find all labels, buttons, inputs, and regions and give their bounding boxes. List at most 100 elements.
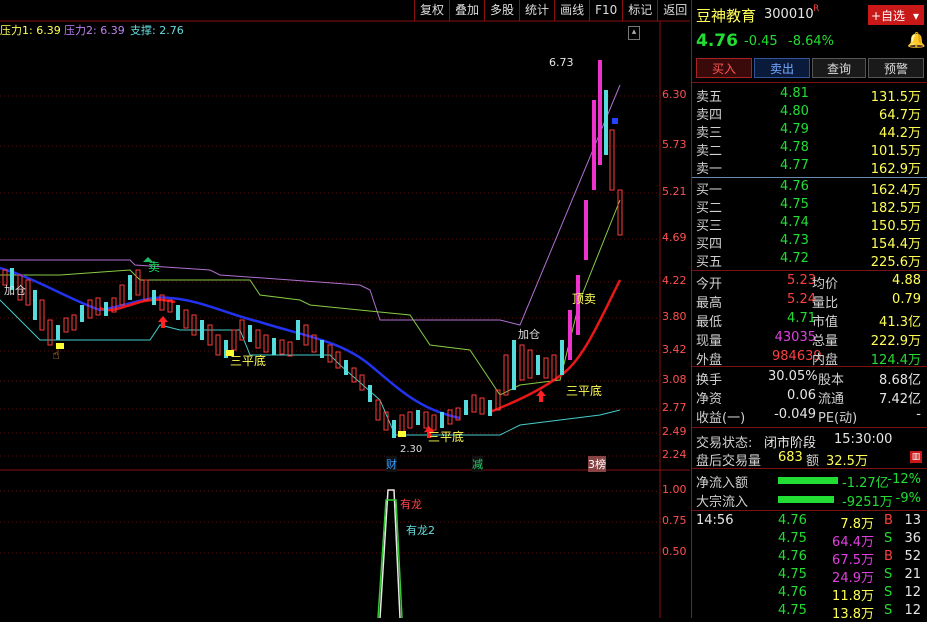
bid-price[interactable]: 4.72 (780, 251, 809, 266)
sell-button[interactable]: 卖出 (754, 58, 810, 78)
ask-price[interactable]: 4.77 (780, 158, 809, 173)
chart-toggle-icon[interactable]: ▥ (910, 451, 922, 463)
candle (351, 367, 357, 383)
ask-price[interactable]: 4.78 (780, 140, 809, 155)
tick-count: 52 (904, 549, 921, 564)
candle (609, 129, 615, 191)
bid-label: 买一 (696, 183, 723, 198)
price-change-pct: -8.64% (788, 34, 834, 49)
stat-value: 984639 (772, 349, 822, 364)
current-price: 4.76 (696, 31, 738, 51)
price-tick-label: 4.69 (662, 231, 687, 244)
price-gridlines (0, 95, 660, 554)
flat-bottom-label-2: 三平底 (428, 430, 465, 444)
tick-side: S (884, 567, 893, 582)
candle (503, 354, 509, 396)
bid-label: 买二 (696, 201, 723, 216)
trade-time: 15:30:00 (834, 432, 893, 447)
bell-icon[interactable]: 🔔 (907, 31, 926, 49)
trade-state-value: 闭市阶段 (764, 436, 817, 451)
candle (152, 290, 156, 305)
candle (519, 344, 525, 381)
candle (263, 334, 269, 353)
tick-count: 21 (904, 567, 921, 582)
candle (560, 340, 564, 375)
tag-jian[interactable]: 减 (472, 456, 483, 472)
ask-label: 卖四 (696, 108, 723, 123)
legend-pressure2: 压力2: 6.39 (64, 24, 125, 37)
candle (592, 100, 596, 190)
price-change: -0.45 (744, 34, 778, 49)
ask-label: 卖五 (696, 90, 723, 105)
candle (279, 339, 285, 355)
candle (25, 279, 31, 306)
stat-label-2: 总量 (812, 334, 839, 349)
candle (527, 349, 533, 379)
price-tick-label: 3.42 (662, 343, 687, 356)
stat-value: 0.06 (787, 388, 816, 403)
stat-label-2: PE(动) (818, 411, 858, 426)
candle (335, 351, 341, 369)
ask-price[interactable]: 4.79 (780, 122, 809, 137)
alert-button[interactable]: 预警 (868, 58, 924, 78)
draw-line-button[interactable]: 画线 (554, 0, 589, 21)
tick-volume: 64.4万 (832, 535, 874, 550)
blue-ma-line (0, 266, 461, 420)
query-button[interactable]: 查询 (812, 58, 866, 78)
stat-value-2: - (916, 407, 921, 422)
chevron-up-icon[interactable]: ▴ (628, 26, 640, 40)
bid-price[interactable]: 4.75 (780, 197, 809, 212)
tag-cai[interactable]: 财 (386, 456, 397, 472)
mid-band-line (0, 199, 621, 396)
candle (71, 314, 77, 331)
youlong2-label: 有龙2 (406, 524, 435, 537)
tick-count: 36 (904, 531, 921, 546)
stat-label: 今开 (696, 277, 723, 292)
stat-label: 收益(一) (696, 411, 746, 426)
ask-volume: 44.2万 (879, 126, 921, 141)
add-watchlist-button[interactable]: +自选 (868, 5, 908, 25)
candle (200, 320, 204, 340)
after-hours-amount: 32.5万 (826, 454, 868, 469)
f10-button[interactable]: F10 (589, 0, 622, 21)
ask-price[interactable]: 4.80 (780, 104, 809, 119)
candle (488, 400, 492, 416)
buy-button[interactable]: 买入 (696, 58, 752, 78)
low-price-label: 2.30 (400, 444, 423, 455)
tag-bang[interactable]: 3榜 (588, 456, 606, 472)
blue-square-marker (612, 118, 618, 124)
chevron-down-icon[interactable]: ▾ (908, 5, 924, 25)
stats-button[interactable]: 统计 (519, 0, 554, 21)
bid-price[interactable]: 4.74 (780, 215, 809, 230)
price-tick-label: 5.21 (662, 185, 687, 198)
candle (176, 305, 180, 320)
flow-bar (778, 477, 838, 484)
flat-bottom-label-1: 三平底 (230, 354, 267, 368)
bid-price[interactable]: 4.73 (780, 233, 809, 248)
back-button[interactable]: 返回 (657, 0, 692, 21)
tick-price: 4.75 (778, 531, 807, 546)
tick-volume: 7.8万 (840, 517, 874, 532)
price-tick-label: 4.22 (662, 274, 687, 287)
bid-volume: 225.6万 (870, 255, 921, 270)
tick-price: 4.76 (778, 549, 807, 564)
stat-label-2: 流通 (818, 392, 845, 407)
kline-chart[interactable] (0, 0, 690, 618)
bid-price[interactable]: 4.76 (780, 179, 809, 194)
tick-volume: 24.9万 (832, 571, 874, 586)
top-sell-label: 顶卖 (572, 292, 597, 306)
indicator-tick-label: 1.00 (662, 483, 687, 496)
ask-price[interactable]: 4.81 (780, 86, 809, 101)
tick-side: S (884, 531, 893, 546)
tick-volume: 13.8万 (832, 607, 874, 622)
flow-label: 净流入额 (696, 476, 749, 491)
after-hours-volume: 683 (778, 450, 803, 465)
multi-stock-button[interactable]: 多股 (484, 0, 519, 21)
fuquan-button[interactable]: 复权 (414, 0, 449, 21)
legend-pressure1: 压力1: 6.39 (0, 24, 61, 37)
candle (464, 400, 468, 415)
mark-button[interactable]: 标记 (622, 0, 657, 21)
candle (239, 319, 245, 341)
overlay-button[interactable]: 叠加 (449, 0, 484, 21)
stat-label-2: 市值 (812, 315, 839, 330)
